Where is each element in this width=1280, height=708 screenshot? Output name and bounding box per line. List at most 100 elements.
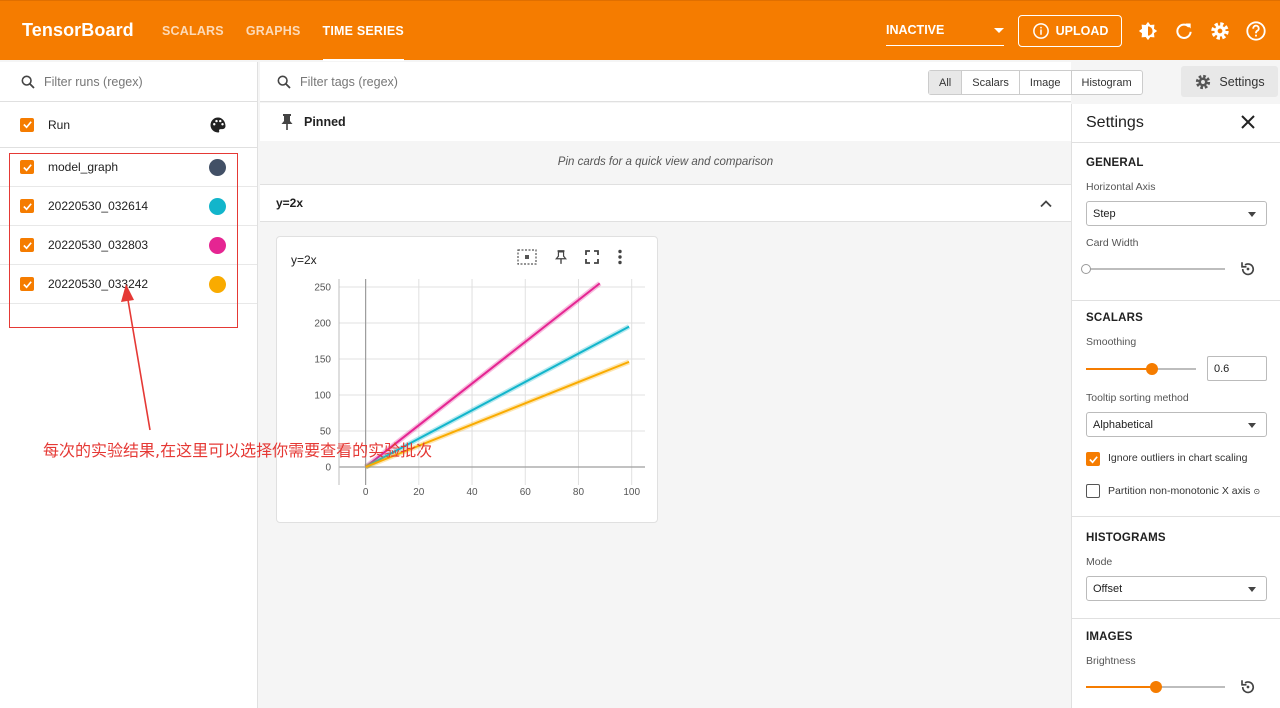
help-icon[interactable] xyxy=(1244,19,1268,43)
partition-checkbox[interactable] xyxy=(1086,484,1100,498)
palette-icon[interactable] xyxy=(209,116,227,134)
runs-filter-placeholder: Filter runs (regex) xyxy=(44,74,143,89)
check-icon xyxy=(1088,455,1098,463)
refresh-icon[interactable] xyxy=(1172,19,1196,43)
select-all-checkbox[interactable] xyxy=(20,117,34,132)
tab-graphs[interactable]: GRAPHS xyxy=(246,1,301,61)
horizontal-axis-label: Horizontal Axis xyxy=(1086,181,1156,193)
settings-title: Settings xyxy=(1086,114,1144,131)
settings-toggle-button[interactable]: Settings xyxy=(1181,66,1278,97)
chevron-down-icon xyxy=(994,27,1004,33)
x-tick-label: 100 xyxy=(623,487,640,498)
runs-header-label: Run xyxy=(48,117,71,132)
pinned-label: Pinned xyxy=(304,115,346,129)
brand-title: TensorBoard xyxy=(22,20,134,40)
histogram-mode-value: Offset xyxy=(1093,582,1123,595)
divider xyxy=(1072,300,1280,301)
search-icon xyxy=(277,75,291,89)
y-tick-label: 200 xyxy=(314,319,331,330)
horizontal-axis-select[interactable]: Step xyxy=(1086,201,1267,226)
card-width-slider-track[interactable] xyxy=(1086,268,1225,270)
gear-icon xyxy=(1196,74,1211,89)
pinned-empty-hint: Pin cards for a quick view and compariso… xyxy=(557,156,774,168)
x-tick-label: 40 xyxy=(466,487,478,498)
runs-header: Run xyxy=(0,102,257,148)
mode-select-value: INACTIVE xyxy=(886,23,945,37)
theme-toggle-icon[interactable] xyxy=(1136,19,1160,43)
x-tick-label: 60 xyxy=(520,487,532,498)
smoothing-input[interactable]: 0.6 xyxy=(1207,356,1267,381)
filter-all-button[interactable]: All xyxy=(929,71,963,94)
smoothing-slider-thumb[interactable] xyxy=(1146,363,1158,375)
chevron-up-icon[interactable] xyxy=(1039,197,1053,211)
filter-scalars-button[interactable]: Scalars xyxy=(962,71,1020,94)
y-tick-label: 50 xyxy=(320,427,332,438)
info-icon[interactable]: ⊙ xyxy=(1253,487,1260,496)
horizontal-axis-value: Step xyxy=(1093,207,1116,220)
partition-label: Partition non-monotonic X axis ⊙ xyxy=(1108,485,1260,497)
settings-panel: Settings GENERAL Horizontal Axis Step Ca… xyxy=(1071,104,1280,708)
scalar-card: y=2x 0 20 40 60 80 100 0 50 100 150 200 250 xyxy=(276,236,658,523)
pinned-header: Pinned xyxy=(260,103,1071,141)
tooltip-sort-select[interactable]: Alphabetical xyxy=(1086,412,1267,437)
divider xyxy=(1072,142,1280,143)
card-width-label: Card Width xyxy=(1086,237,1139,249)
filter-image-button[interactable]: Image xyxy=(1020,71,1072,94)
search-icon xyxy=(21,75,35,89)
tooltip-sort-value: Alphabetical xyxy=(1093,418,1153,431)
info-icon xyxy=(1032,22,1049,39)
tab-scalars[interactable]: SCALARS xyxy=(162,1,224,61)
check-icon xyxy=(22,121,32,129)
tags-filter-placeholder: Filter tags (regex) xyxy=(300,74,398,89)
y-tick-label: 250 xyxy=(314,283,331,294)
smoothing-slider-fill xyxy=(1086,368,1152,370)
brightness-label: Brightness xyxy=(1086,655,1136,667)
line-chart[interactable]: 0 20 40 60 80 100 0 50 100 150 200 250 xyxy=(277,237,659,524)
x-tick-label: 80 xyxy=(573,487,585,498)
x-tick-label: 20 xyxy=(413,487,425,498)
y-tick-label: 150 xyxy=(314,355,331,366)
chevron-down-icon xyxy=(1248,423,1256,428)
partition-label-text: Partition non-monotonic X axis xyxy=(1108,485,1251,497)
close-icon[interactable] xyxy=(1240,114,1256,130)
annotation-highlight-box xyxy=(9,153,238,328)
tensorboard-app: TensorBoard SCALARS GRAPHS TIME SERIES I… xyxy=(0,0,1280,708)
tooltip-sort-label: Tooltip sorting method xyxy=(1086,392,1189,404)
y-tick-label: 0 xyxy=(325,463,331,474)
upload-button[interactable]: UPLOAD xyxy=(1018,14,1122,47)
x-tick-label: 0 xyxy=(363,487,369,498)
histogram-mode-label: Mode xyxy=(1086,556,1113,568)
filter-histogram-button[interactable]: Histogram xyxy=(1072,71,1142,94)
divider xyxy=(1072,618,1280,619)
histogram-mode-select[interactable]: Offset xyxy=(1086,576,1267,601)
mode-select[interactable]: INACTIVE xyxy=(886,16,1004,46)
chevron-down-icon xyxy=(1248,587,1256,592)
ignore-outliers-label: Ignore outliers in chart scaling xyxy=(1108,452,1248,464)
plugin-type-filter: All Scalars Image Histogram xyxy=(928,70,1143,95)
runs-filter[interactable]: Filter runs (regex) xyxy=(0,62,257,102)
chevron-down-icon xyxy=(1248,212,1256,217)
reset-icon[interactable] xyxy=(1239,678,1257,696)
tab-time-series[interactable]: TIME SERIES xyxy=(322,1,405,61)
gear-icon[interactable] xyxy=(1208,19,1232,43)
tag-group-name: y=2x xyxy=(276,196,304,210)
brightness-slider-fill xyxy=(1086,686,1156,688)
general-heading: GENERAL xyxy=(1086,157,1144,169)
settings-toggle-label: Settings xyxy=(1219,74,1265,89)
divider xyxy=(1072,516,1280,517)
annotation-text: 每次的实验结果,在这里可以选择你需要查看的实验批次 xyxy=(43,441,433,460)
scalars-heading: SCALARS xyxy=(1086,312,1143,324)
ignore-outliers-checkbox[interactable] xyxy=(1086,452,1100,466)
pin-icon xyxy=(281,114,293,130)
tag-group-header[interactable]: y=2x xyxy=(260,184,1071,222)
main-content: Filter tags (regex) All Scalars Image Hi… xyxy=(260,62,1143,708)
images-heading: IMAGES xyxy=(1086,631,1133,643)
y-tick-label: 100 xyxy=(314,391,331,402)
brightness-slider-thumb[interactable] xyxy=(1149,681,1162,693)
smoothing-label: Smoothing xyxy=(1086,336,1137,348)
card-width-slider-thumb[interactable] xyxy=(1081,264,1091,274)
histograms-heading: HISTOGRAMS xyxy=(1086,532,1166,544)
top-bar: TensorBoard SCALARS GRAPHS TIME SERIES I… xyxy=(0,0,1280,61)
upload-label: UPLOAD xyxy=(1055,23,1109,38)
reset-icon[interactable] xyxy=(1239,260,1257,278)
